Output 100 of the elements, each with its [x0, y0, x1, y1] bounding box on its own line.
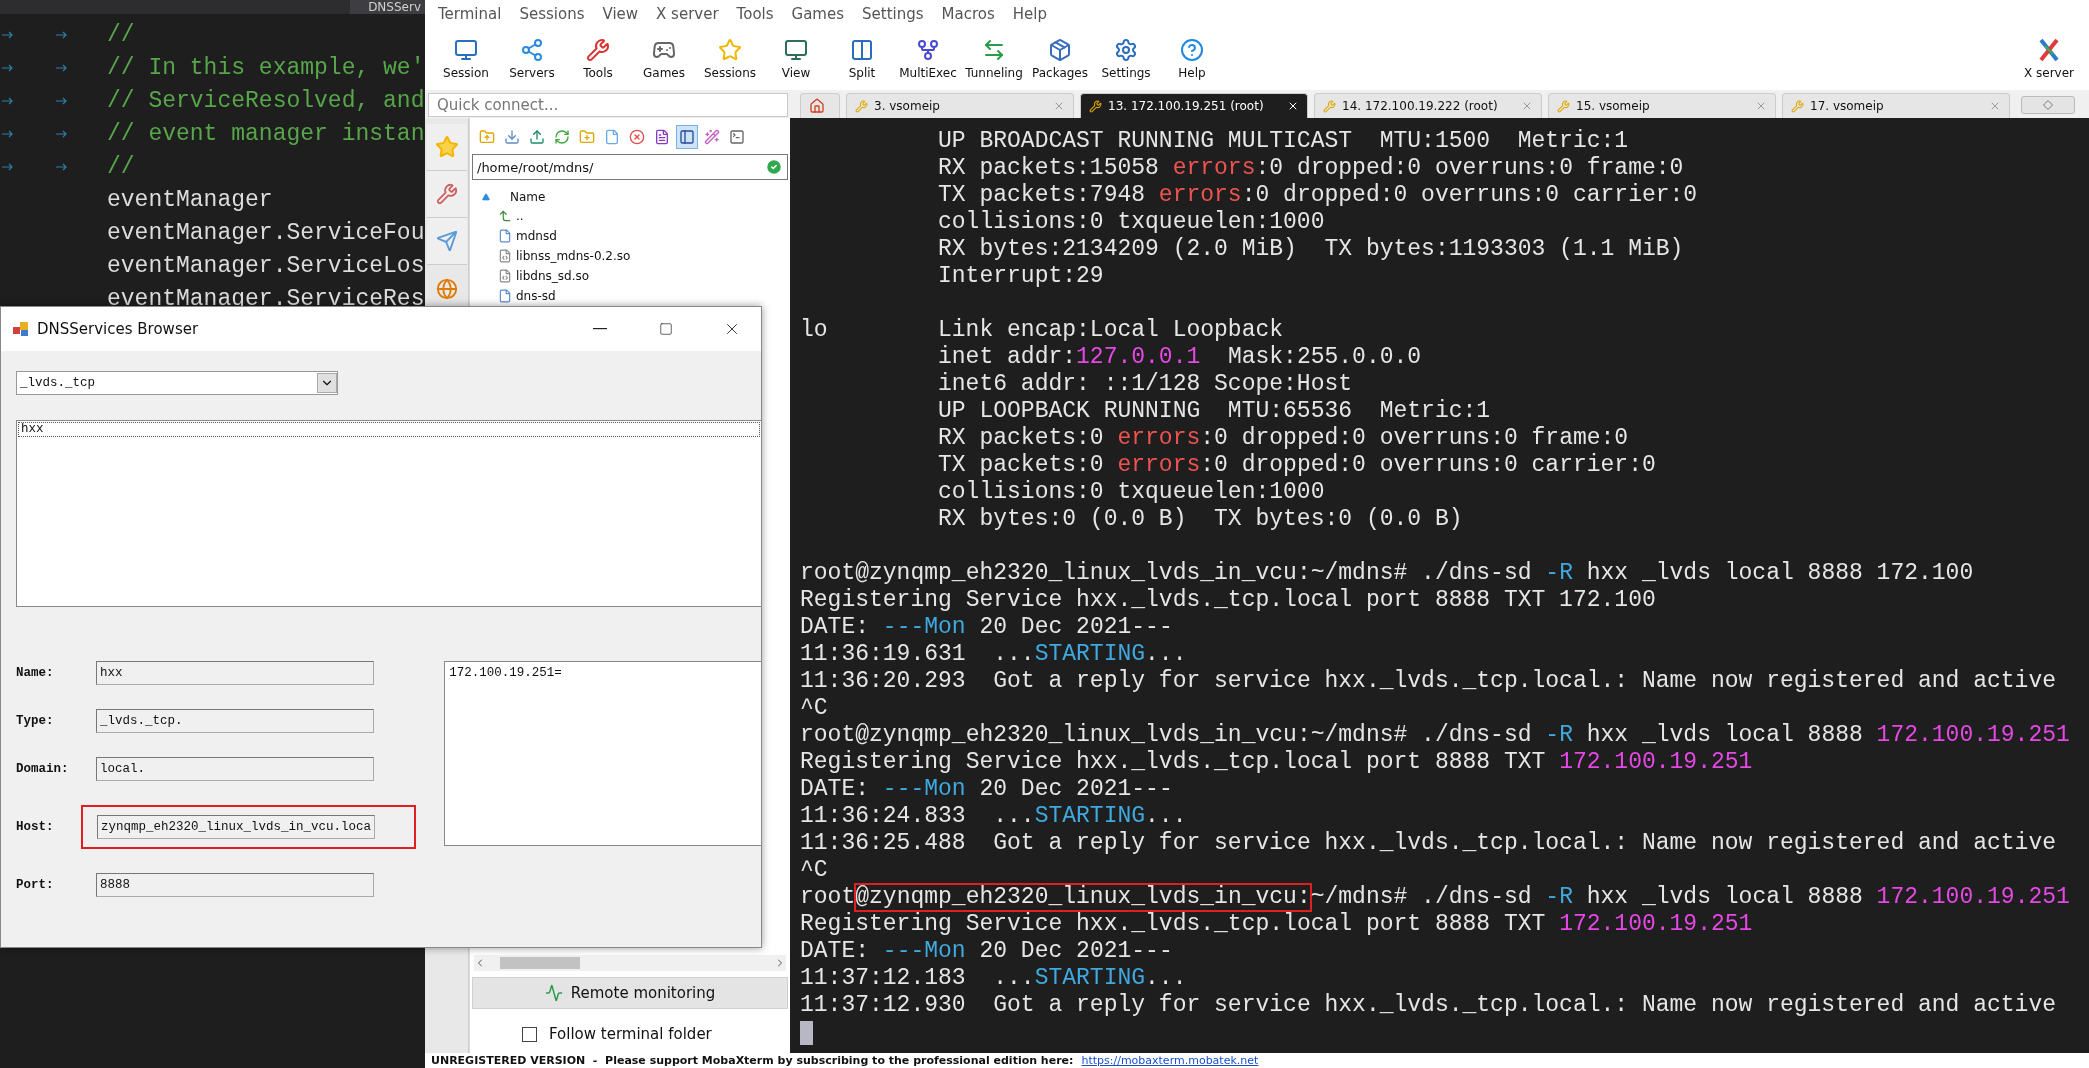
- toolbar-button[interactable]: Games: [631, 38, 697, 80]
- input-field[interactable]: 8888: [96, 873, 374, 897]
- input-field[interactable]: hxx: [96, 661, 374, 685]
- terminal-line: 11:36:20.293 Got a reply for service hxx._lvds._tcp.local.: Name now registered and active: [800, 668, 2057, 695]
- network-icon: [520, 38, 544, 62]
- terminal-line: TX packets:0 errors:0 dropped:0 overruns:0 carrier:0: [937, 452, 1657, 479]
- help-icon: [1180, 38, 1204, 62]
- tools-side-button[interactable]: [426, 171, 467, 218]
- terminal-line: 11:36:19.631 ...STARTING...: [800, 641, 1188, 668]
- x-logo-icon: [2037, 38, 2061, 62]
- service-type-dropdown[interactable]: _lvds._tcp: [16, 371, 338, 395]
- menu-item[interactable]: View: [593, 5, 648, 23]
- session-tab[interactable]: 17. vsomeip: [1782, 93, 2010, 118]
- star-icon: [434, 135, 459, 159]
- monitor-icon: [454, 38, 478, 62]
- terminal-line: Interrupt:29: [937, 263, 1105, 290]
- editor-tab[interactable]: DNSServ: [350, 0, 425, 14]
- wrench-icon: [586, 38, 610, 62]
- wrench-icon: [435, 183, 458, 205]
- sessions-side-button[interactable]: [426, 124, 467, 171]
- file-name[interactable]: mdnsd: [516, 229, 557, 243]
- tab-list-button[interactable]: [2021, 96, 2075, 114]
- txt-record-box[interactable]: 172.100.19.251=: [444, 661, 761, 846]
- status-link[interactable]: https://mobaxterm.mobatek.net: [1081, 1054, 1259, 1067]
- toolbar-button[interactable]: View: [763, 38, 829, 80]
- path-field[interactable]: /home/root/mdns/: [472, 154, 788, 180]
- library-file-icon: [498, 269, 512, 283]
- terminal-line: 11:37:12.183 ...STARTING...: [800, 965, 1188, 992]
- terminal-line: collisions:0 txqueuelen:1000: [937, 209, 1326, 236]
- horizontal-scrollbar[interactable]: [474, 955, 786, 971]
- service-item[interactable]: hxx: [18, 422, 760, 437]
- library-file-icon: [498, 249, 512, 263]
- input-field[interactable]: local.: [96, 757, 374, 781]
- code-comment: //: [107, 152, 135, 182]
- terminal-line: 11:36:24.833 ...STARTING...: [800, 803, 1188, 830]
- field-label: Type:: [16, 714, 55, 728]
- toolbar-button[interactable]: Help: [1159, 38, 1225, 80]
- remote-monitoring-button[interactable]: Remote monitoring: [472, 977, 788, 1009]
- terminal-line: Registering Service hxx._lvds._tcp.local port 8888 TXT 172.100.19.251: [800, 749, 1754, 776]
- toolbar-button[interactable]: Session: [433, 38, 499, 80]
- check-icon: [765, 158, 783, 176]
- menu-item[interactable]: Terminal: [429, 5, 511, 23]
- input-field[interactable]: zynqmp_eh2320_linux_lvds_in_vcu.loca: [97, 815, 375, 839]
- menu-item[interactable]: Tools: [727, 5, 783, 23]
- toolbar-button[interactable]: Tools: [565, 38, 631, 80]
- terminal-line: ^C: [800, 695, 829, 722]
- menu-item[interactable]: Help: [1003, 5, 1056, 23]
- delete-icon: [629, 129, 645, 145]
- toolbar-button[interactable]: Servers: [499, 38, 565, 80]
- new-folder-icon: [579, 129, 595, 145]
- code-comment: // ServiceResolved, and: [107, 86, 425, 116]
- terminal-line: DATE: ---Mon 20 Dec 2021---: [800, 614, 1174, 641]
- maximize-icon: [659, 322, 673, 336]
- terminal-line: RX packets:0 errors:0 dropped:0 overruns:0 frame:0: [937, 425, 1630, 452]
- close-icon[interactable]: [1287, 100, 1299, 112]
- session-tab[interactable]: 14. 172.100.19.222 (root): [1314, 93, 1542, 118]
- terminal-line: RX packets:15058 errors:0 dropped:0 overruns:0 frame:0: [937, 155, 1685, 182]
- toolbar-button[interactable]: Tunneling: [961, 38, 1027, 80]
- code-comment: // In this example, we': [107, 53, 425, 83]
- checkbox-label[interactable]: Follow terminal folder: [549, 1025, 712, 1043]
- session-tab[interactable]: 15. vsomeip: [1548, 93, 1776, 118]
- file-name[interactable]: libdns_sd.so: [516, 269, 590, 283]
- monitor-icon: [784, 38, 808, 62]
- split-icon: [850, 38, 874, 62]
- field-label: Domain:: [16, 762, 70, 776]
- file-name[interactable]: ..: [516, 209, 524, 223]
- toolbar-button[interactable]: Packages: [1027, 38, 1093, 80]
- terminal-line: ^C: [800, 857, 829, 884]
- toolbar-button[interactable]: MultiExec: [895, 38, 961, 80]
- sftp-side-button[interactable]: [426, 218, 467, 265]
- field-label: Host:: [16, 820, 55, 834]
- input-field[interactable]: _lvds._tcp.: [96, 709, 374, 733]
- menu-item[interactable]: Macros: [932, 5, 1004, 23]
- column-header[interactable]: Name: [510, 190, 546, 204]
- quick-connect-field[interactable]: Quick connect...: [428, 93, 788, 117]
- file-name[interactable]: dns-sd: [516, 289, 556, 303]
- globe-icon: [435, 277, 458, 300]
- menu-item[interactable]: Settings: [853, 5, 933, 23]
- home-tab[interactable]: [800, 93, 840, 118]
- file-toolbar-button[interactable]: [676, 125, 698, 149]
- toolbar-button[interactable]: Split: [829, 38, 895, 80]
- app-icon: [13, 321, 29, 337]
- menu-item[interactable]: X server: [647, 5, 728, 23]
- menu-item[interactable]: Games: [782, 5, 854, 23]
- toolbar-button[interactable]: Settings: [1093, 38, 1159, 80]
- toolbar-button[interactable]: Sessions: [697, 38, 763, 80]
- fork-icon: [916, 38, 940, 62]
- terminal-line: DATE: ---Mon 20 Dec 2021---: [800, 776, 1174, 803]
- field-label: Port:: [16, 878, 55, 892]
- session-tab[interactable]: 3. vsomeip: [846, 93, 1074, 118]
- arrows-icon: [982, 38, 1006, 62]
- file-name[interactable]: libnss_mdns-0.2.so: [516, 249, 631, 263]
- file-icon: [498, 229, 512, 243]
- terminal-line: Registering Service hxx._lvds._tcp.local port 8888 TXT 172.100: [800, 587, 1657, 614]
- terminal-line: root@zynqmp_eh2320_linux_lvds_in_vcu:~/mdns# ./dns-sd -R hxx _lvds local 8888 172.100.19.251: [800, 722, 2071, 749]
- session-tab[interactable]: 13. 172.100.19.251 (root): [1080, 93, 1308, 118]
- terminal-line: UP LOOPBACK RUNNING MTU:65536 Metric:1: [937, 398, 1492, 425]
- checkbox[interactable]: [522, 1026, 537, 1042]
- menu-item[interactable]: Sessions: [510, 5, 594, 23]
- toolbar-button[interactable]: X server: [2009, 38, 2089, 80]
